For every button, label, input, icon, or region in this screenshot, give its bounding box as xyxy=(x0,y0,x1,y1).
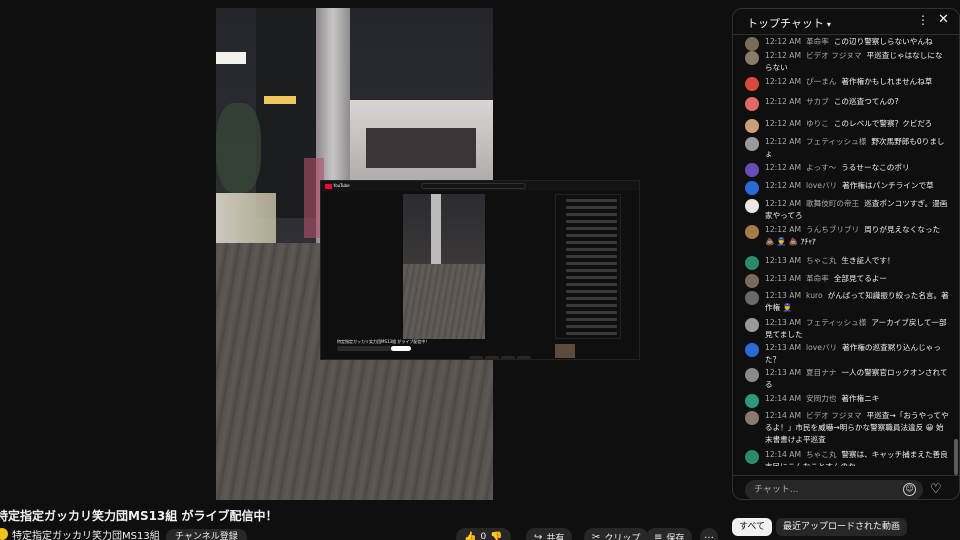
share-icon: ↪ xyxy=(534,531,543,540)
avatar[interactable] xyxy=(745,274,759,288)
chat-message: 12:13 AM 革命率 全部見てるよー xyxy=(745,273,950,288)
mini-channel xyxy=(337,346,397,351)
avatar[interactable] xyxy=(745,225,759,239)
chat-message: 12:13 AM ちゃこ丸 生き証人です！ xyxy=(745,255,950,270)
emoji-icon[interactable]: ☺ xyxy=(903,483,916,496)
thumbs-down-icon[interactable]: 👎 xyxy=(490,532,502,540)
avatar[interactable] xyxy=(745,450,759,464)
chat-message: 12:13 AM loveバリ 著作権の巡査黙り込んじゃった？ xyxy=(745,342,950,366)
chat-message: 12:12 AM ぴ一まん 著作権かもしれませんね草 xyxy=(745,76,950,91)
scissors-icon: ✂ xyxy=(592,531,601,540)
save-label: 保存 xyxy=(666,533,685,540)
chat-message: 12:13 AM フェティッシュ様 アーカイブ戻して一部見てました xyxy=(745,317,950,341)
chat-message: 12:12 AM ゆりこ このレベルで警察？クビだろ xyxy=(745,118,950,133)
video-scene-light xyxy=(216,52,246,64)
chat-title: トップチャット xyxy=(747,17,824,30)
avatar[interactable] xyxy=(745,291,759,305)
thumbs-up-icon: 👍 xyxy=(464,531,477,540)
clip-group: ✂ クリップ xyxy=(584,528,649,540)
subscribe-button[interactable]: チャンネル登録 xyxy=(166,529,247,540)
mini-topbar: YouTube xyxy=(321,181,639,191)
chat-message: 12:14 AM 安岡力也 著作権ニキ xyxy=(745,393,950,408)
avatar[interactable] xyxy=(745,181,759,195)
more-actions-button[interactable]: … xyxy=(700,528,718,540)
avatar[interactable] xyxy=(745,163,759,177)
mini-youtube-logo: YouTube xyxy=(325,183,350,189)
chat-message: 12:12 AM loveバリ 著作権はパンチラインで草 xyxy=(745,180,950,195)
save-group: ≡ 保存 xyxy=(646,528,693,540)
chat-message: 12:13 AM kuro がんばって知識振り絞った名言。著作権 👮 xyxy=(745,290,950,314)
live-chat-panel: トップチャット ▾ ⋮ ✕ 12:12 AM 革命率 この辺り警察しらないやんね 12… xyxy=(732,8,960,500)
embedded-screenshot: YouTube 特定指定ガッカリ笑力団MS13組 がライブ配信中！ xyxy=(320,180,640,360)
chat-message: 12:12 AM サカブ この巡査つてんの? xyxy=(745,96,950,111)
avatar[interactable] xyxy=(745,343,759,357)
mini-subscribe xyxy=(391,346,411,351)
chat-scrollbar[interactable] xyxy=(954,439,958,475)
mini-video xyxy=(403,194,485,339)
avatar[interactable] xyxy=(745,318,759,332)
mini-search-box xyxy=(421,183,526,189)
clip-button[interactable]: ✂ クリップ xyxy=(584,528,649,540)
channel-row[interactable]: 特定指定ガッカリ笑力団MS13組 xyxy=(0,527,160,540)
avatar[interactable] xyxy=(745,411,759,425)
chat-message: 12:12 AM よっす～ うるせーなこのポリ xyxy=(745,162,950,177)
chat-message-list[interactable]: 12:12 AM 革命率 この辺り警察しらないやんね 12:12 AM ビデオ フジヌ… xyxy=(733,36,953,466)
mini-related xyxy=(555,343,621,359)
chat-message: 12:12 AM ビデオ フジヌマ 平巡査じゃはなしにならない xyxy=(745,50,950,74)
chat-input[interactable]: チャット... xyxy=(745,480,923,499)
like-group: 👍 0 👎 xyxy=(456,528,511,540)
video-title: 特定指定ガッカリ笑力団MS13組 がライブ配信中！ xyxy=(0,509,278,523)
mini-actions xyxy=(469,346,549,359)
avatar[interactable] xyxy=(745,37,759,51)
share-label: 共有 xyxy=(546,533,565,540)
chat-message: 12:14 AM ビデオ フジヌマ 平巡査→「おうやってやるよ！」市民を威嚇→明らか… xyxy=(745,410,950,446)
video-scene-lamp xyxy=(216,193,276,243)
avatar[interactable] xyxy=(745,77,759,91)
filter-chip-recent[interactable]: 最近アップロードされた動画 xyxy=(776,518,908,536)
avatar[interactable] xyxy=(745,368,759,382)
avatar[interactable] xyxy=(745,199,759,213)
video-scene-window xyxy=(366,128,476,168)
chat-message: 12:12 AM フェティッシュ様 野次馬野郎も0りましょ xyxy=(745,136,950,160)
avatar[interactable] xyxy=(745,97,759,111)
more-vert-icon[interactable]: ⋮ xyxy=(917,13,929,27)
like-button[interactable]: 👍 0 👎 xyxy=(456,528,511,540)
avatar[interactable] xyxy=(745,137,759,151)
share-group: ↪ 共有 xyxy=(526,528,573,540)
save-button[interactable]: ≡ 保存 xyxy=(646,528,693,540)
clip-label: クリップ xyxy=(604,533,641,540)
channel-name[interactable]: 特定指定ガッカリ笑力団MS13組 xyxy=(12,527,160,540)
avatar[interactable] xyxy=(745,119,759,133)
video-scene-light xyxy=(264,96,296,104)
like-count: 0 xyxy=(480,532,487,540)
video-scene-tree xyxy=(216,103,261,193)
close-icon[interactable]: ✕ xyxy=(938,12,949,27)
avatar[interactable] xyxy=(745,51,759,65)
mini-video-title: 特定指定ガッカリ笑力団MS13組 がライブ配信中！ xyxy=(337,339,430,344)
chat-header: トップチャット ▾ ⋮ ✕ xyxy=(733,9,959,35)
chat-message: 12:12 AM 革命率 この辺り警察しらないやんね xyxy=(745,36,950,51)
share-button[interactable]: ↪ 共有 xyxy=(526,528,573,540)
chat-message: 12:14 AMちゃこ丸警察は、キャッチ捕まえた善良市民にこんなことすんのか xyxy=(745,449,950,466)
avatar[interactable] xyxy=(745,256,759,270)
chat-mode-selector[interactable]: トップチャット ▾ xyxy=(747,15,831,31)
chat-message: 12:12 AM うんちブリブリ 周りが見えなくなった 💩 👮 💩 ｱﾁｬｱ xyxy=(745,224,950,248)
heart-icon[interactable]: ♡ xyxy=(930,482,942,497)
chevron-down-icon: ▾ xyxy=(826,20,831,29)
playlist-add-icon: ≡ xyxy=(654,531,663,540)
filter-chip-all[interactable]: すべて xyxy=(732,518,773,536)
mini-chat xyxy=(555,194,621,339)
channel-avatar[interactable] xyxy=(0,528,8,540)
chat-footer: チャット... ☺ ♡ xyxy=(733,475,959,499)
chat-message: 12:13 AM 夏目ナナ 一人の警察官ロックオンされてる xyxy=(745,367,950,391)
chat-message: 12:12 AM 歌舞伎町の帝王 巡査ポンコツすぎ。漫画家やってろ xyxy=(745,198,950,222)
avatar[interactable] xyxy=(745,394,759,408)
